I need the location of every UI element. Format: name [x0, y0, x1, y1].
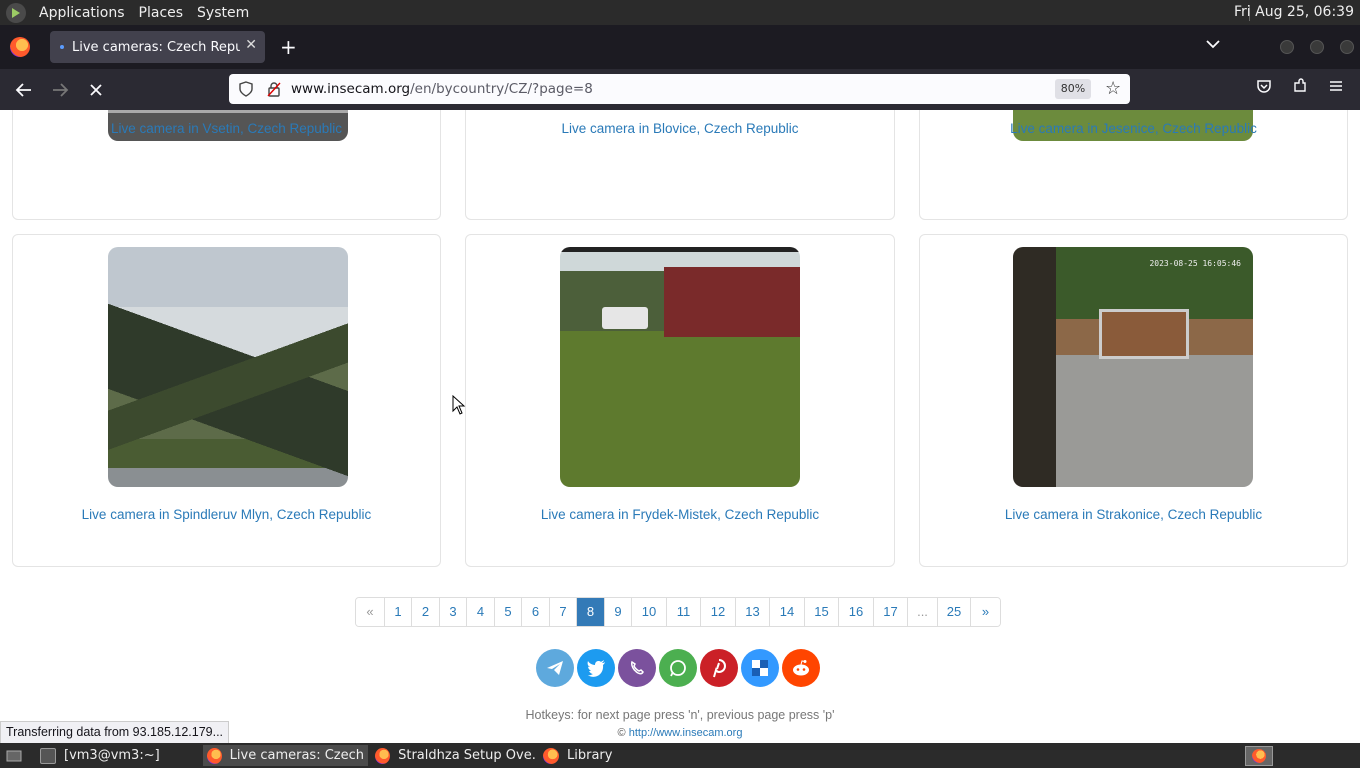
firefox-logo-icon [10, 37, 30, 57]
zoom-level-button[interactable]: 80% [1055, 79, 1091, 99]
page-link[interactable]: 7 [550, 598, 577, 626]
page-link[interactable]: 12 [701, 598, 736, 626]
applications-menu[interactable]: Applications [32, 5, 132, 21]
loading-dot-icon [60, 45, 64, 49]
close-window-button[interactable] [1340, 40, 1354, 54]
telegram-icon[interactable] [536, 649, 574, 687]
new-tab-button[interactable]: + [280, 35, 297, 59]
gate-shape [1099, 309, 1189, 359]
close-tab-icon[interactable]: ✕ [245, 37, 257, 53]
url-text[interactable]: www.insecam.org/en/bycountry/CZ/?page=8 [291, 81, 593, 97]
page-link[interactable]: 5 [495, 598, 522, 626]
stop-loading-button[interactable] [84, 78, 108, 102]
terminal-icon [40, 747, 56, 764]
extensions-icon[interactable] [1289, 78, 1311, 100]
page-link[interactable]: 4 [467, 598, 495, 626]
firefox-icon [1252, 749, 1266, 763]
page-link[interactable]: 14 [770, 598, 805, 626]
firefox-icon [207, 747, 222, 764]
camera-caption-link[interactable]: Live camera in Frydek-Mistek, Czech Repu… [466, 507, 894, 522]
viber-icon[interactable] [618, 649, 656, 687]
forward-button[interactable] [48, 78, 72, 102]
page-link[interactable]: 6 [522, 598, 550, 626]
pagination: « 1 2 3 4 5 6 7 8 9 10 11 12 13 14 15 16… [355, 597, 1001, 627]
taskbar-item-live-cameras[interactable]: Live cameras: Czech ... [203, 745, 368, 766]
camera-caption-link[interactable]: Live camera in Jesenice, Czech Republic [920, 121, 1347, 136]
places-menu[interactable]: Places [132, 5, 191, 21]
tab-live-cameras[interactable]: Live cameras: Czech Republ ✕ [50, 31, 265, 63]
maximize-button[interactable] [1310, 40, 1324, 54]
firefox-icon [375, 747, 391, 764]
page-link[interactable]: 11 [667, 598, 701, 626]
camera-card: Live camera in Vsetin, Czech Republic [12, 110, 441, 220]
page-link[interactable]: 15 [805, 598, 839, 626]
site-link[interactable]: http://www.insecam.org [629, 727, 743, 739]
minimize-button[interactable] [1280, 40, 1294, 54]
camera-thumbnail[interactable] [108, 247, 348, 487]
twitter-icon[interactable] [577, 649, 615, 687]
taskbar: [vm3@vm3:~] Live cameras: Czech ... Stra… [0, 743, 1360, 768]
camera-card: Live camera in Frydek-Mistek, Czech Repu… [465, 234, 895, 567]
camera-card: Live camera in Spindleruv Mlyn, Czech Re… [12, 234, 441, 567]
pagination-prev[interactable]: « [356, 598, 385, 626]
shield-icon[interactable] [238, 81, 254, 101]
top-panel: Applications Places System Fri Aug 25, 0… [0, 0, 1360, 25]
camera-caption-link[interactable]: Live camera in Strakonice, Czech Republi… [920, 507, 1347, 522]
show-desktop-button[interactable] [2, 745, 32, 766]
tab-title: Live cameras: Czech Republ [72, 39, 240, 55]
page-ellipsis: ... [908, 598, 938, 626]
page-link-active[interactable]: 8 [577, 598, 605, 626]
system-menu[interactable]: System [190, 5, 256, 21]
camera-card: Live camera in Jesenice, Czech Republic [919, 110, 1348, 220]
tab-bar: Live cameras: Czech Republ ✕ + [0, 25, 1360, 69]
taskbar-item-library[interactable]: Library [539, 745, 659, 766]
page-link[interactable]: 25 [938, 598, 971, 626]
taskbar-item-terminal[interactable]: [vm3@vm3:~] [36, 745, 196, 766]
delicious-icon[interactable] [741, 649, 779, 687]
camera-caption-link[interactable]: Live camera in Vsetin, Czech Republic [13, 121, 440, 136]
os-logo-icon[interactable] [6, 2, 26, 23]
pagination-next[interactable]: » [971, 598, 1000, 626]
page-link[interactable]: 2 [412, 598, 440, 626]
page-link[interactable]: 16 [839, 598, 874, 626]
url-bar[interactable]: www.insecam.org/en/bycountry/CZ/?page=8 … [229, 74, 1130, 104]
camera-timestamp: 2023-08-25 16:05:46 [1149, 259, 1241, 268]
whatsapp-icon[interactable] [659, 649, 697, 687]
firefox-icon [543, 747, 559, 764]
reddit-icon[interactable] [782, 649, 820, 687]
navigation-bar: www.insecam.org/en/bycountry/CZ/?page=8 … [0, 69, 1360, 110]
page-link[interactable]: 17 [874, 598, 908, 626]
status-bar: Transferring data from 93.185.12.179... [0, 721, 230, 745]
page-link[interactable]: 13 [736, 598, 770, 626]
taskbar-item-setup[interactable]: Straldhza Setup Ove... [371, 745, 536, 766]
camera-thumbnail[interactable] [560, 247, 800, 487]
workspace-switcher[interactable] [1245, 746, 1273, 766]
barn-shape [664, 267, 800, 337]
camera-thumbnail[interactable]: 2023-08-25 16:05:46 [1013, 247, 1253, 487]
camera-card: 2023-08-25 16:05:46 Live camera in Strak… [919, 234, 1348, 567]
bookmark-star-icon[interactable]: ☆ [1105, 78, 1121, 99]
page-link[interactable]: 3 [440, 598, 467, 626]
camera-card: Live camera in Blovice, Czech Republic [465, 110, 895, 220]
pinterest-icon[interactable] [700, 649, 738, 687]
page-content: Live camera in Vsetin, Czech Republic Li… [0, 110, 1360, 743]
insecure-lock-icon[interactable] [266, 81, 282, 101]
clock[interactable]: Fri Aug 25, 06:39 [1234, 4, 1354, 20]
page-link[interactable]: 1 [385, 598, 412, 626]
copyright-symbol: © [617, 727, 626, 739]
app-menu-icon[interactable] [1325, 78, 1347, 100]
social-share-bar [536, 649, 820, 687]
pocket-icon[interactable] [1253, 78, 1275, 100]
list-all-tabs-button[interactable] [1206, 37, 1220, 53]
caravan-shape [602, 307, 648, 329]
back-button[interactable] [12, 78, 36, 102]
page-link[interactable]: 9 [605, 598, 632, 626]
camera-caption-link[interactable]: Live camera in Spindleruv Mlyn, Czech Re… [13, 507, 440, 522]
camera-caption-link[interactable]: Live camera in Blovice, Czech Republic [466, 121, 894, 136]
page-link[interactable]: 10 [632, 598, 667, 626]
hotkeys-hint: Hotkeys: for next page press 'n', previo… [525, 708, 835, 722]
